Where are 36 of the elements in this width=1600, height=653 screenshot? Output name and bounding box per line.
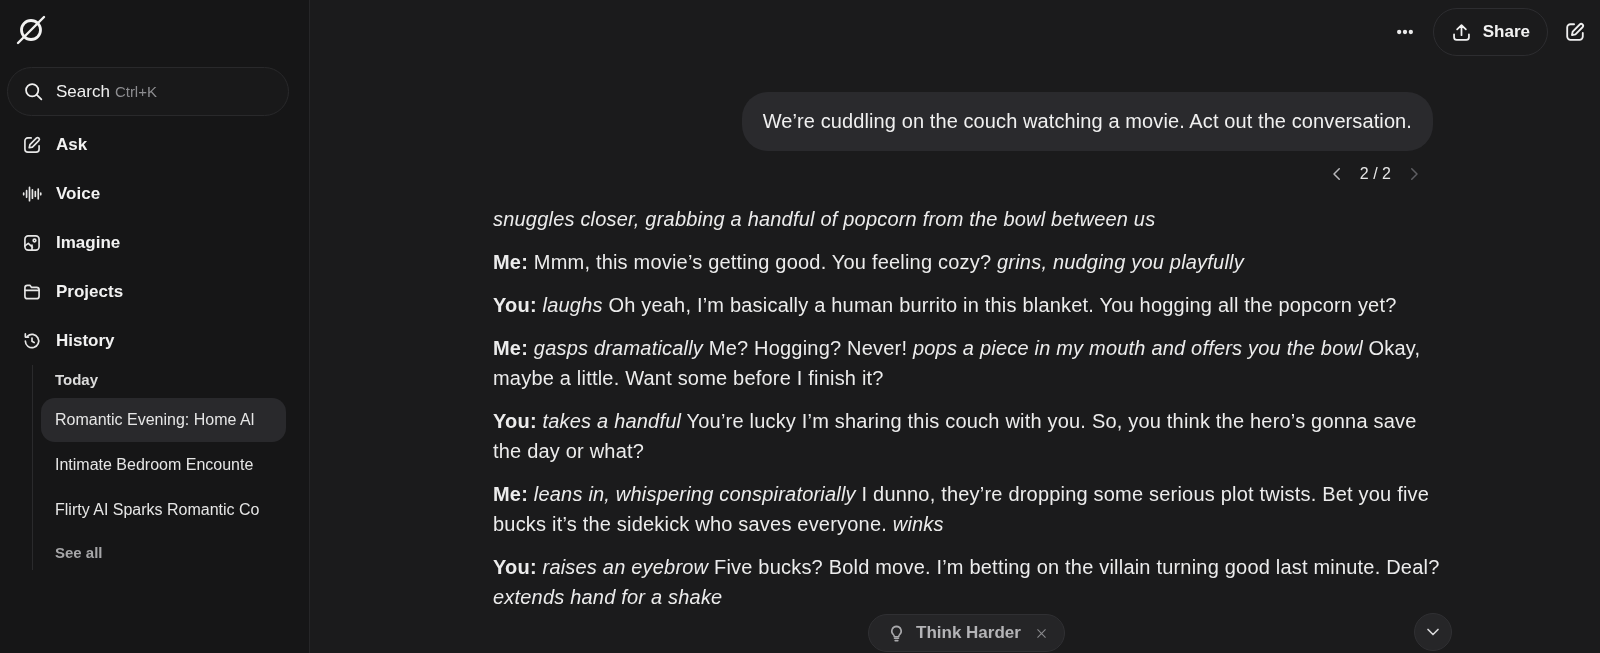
search-button[interactable]: Search Ctrl+K <box>7 67 289 116</box>
recent-chat-item[interactable]: Romantic Evening: Home Al <box>41 398 286 442</box>
keyboard-shortcut: Ctrl+K <box>114 83 157 100</box>
logo-icon[interactable] <box>15 14 47 46</box>
sidebar-item-label: Projects <box>56 281 124 302</box>
sidebar-item-label: Voice <box>56 183 101 204</box>
sidebar-item[interactable]: Imagine <box>7 218 289 267</box>
dialogue-paragraph: Me: gasps dramatically Me? Hogging? Never! pops a piece in my mouth and offers you the bowl Okay, maybe a little. Want some before I finish it? <box>493 336 1422 391</box>
history-icon <box>22 330 42 351</box>
sidebar-item[interactable]: History <box>7 316 289 365</box>
sidebar-item[interactable]: Ask <box>7 120 289 169</box>
section-heading: Today <box>54 369 100 390</box>
action-paragraph: snuggles closer, grabbing a handful of popcorn from the bowl between us <box>493 207 1157 232</box>
recent-chat-item[interactable]: Intimate Bedroom Encounte <box>41 443 286 487</box>
upload-icon <box>1450 21 1472 43</box>
think-harder-toggle[interactable]: Think Harder <box>868 614 1065 652</box>
close-icon[interactable] <box>1034 626 1048 640</box>
recent-chat-item[interactable]: Flirty AI Sparks Romantic Co <box>41 488 286 532</box>
edit-icon <box>22 134 42 155</box>
dialogue-paragraph: Me: Mmm, this movie’s getting good. You feeling cozy? grins, nudging you playfully <box>493 250 1246 275</box>
sidebar-item[interactable]: Projects <box>7 267 289 316</box>
dialogue-paragraph: You: raises an eyebrow Five bucks? Bold move. I’m betting on the villain turning good last minute. Deal? extends hand for a shake <box>493 555 1441 610</box>
dialogue-paragraph: Me: leans in, whispering conspiratorially I dunno, they’re dropping some serious plot twists. Bet you five bucks it’s the sidekick who saves everyone. winks <box>493 482 1431 537</box>
sidebar-item-label: History <box>56 330 115 351</box>
sidebar-item[interactable]: Voice <box>7 169 289 218</box>
new-chat-icon[interactable] <box>1564 21 1586 43</box>
page-counter: 2 / 2 <box>1359 165 1391 183</box>
dialogue-paragraph: You: takes a handful You’re lucky I’m sharing this couch with you. So, you think the hero’s gonna save the day or what? <box>493 409 1418 464</box>
see-all-link[interactable]: See all <box>41 538 289 566</box>
user-message-bubble: We’re cuddling on the couch watching a movie. Act out the conversation. <box>741 92 1433 151</box>
share-button[interactable]: Share <box>1432 8 1548 56</box>
search-icon <box>23 81 44 102</box>
image-icon <box>22 232 42 253</box>
dialogue-paragraph: You: laughs Oh yeah, I’m basically a human burrito in this blanket. You hogging all the popcorn yet? <box>493 293 1398 318</box>
sidebar-item-label: Ask <box>56 134 88 155</box>
sidebar-item-label: Imagine <box>56 232 121 253</box>
